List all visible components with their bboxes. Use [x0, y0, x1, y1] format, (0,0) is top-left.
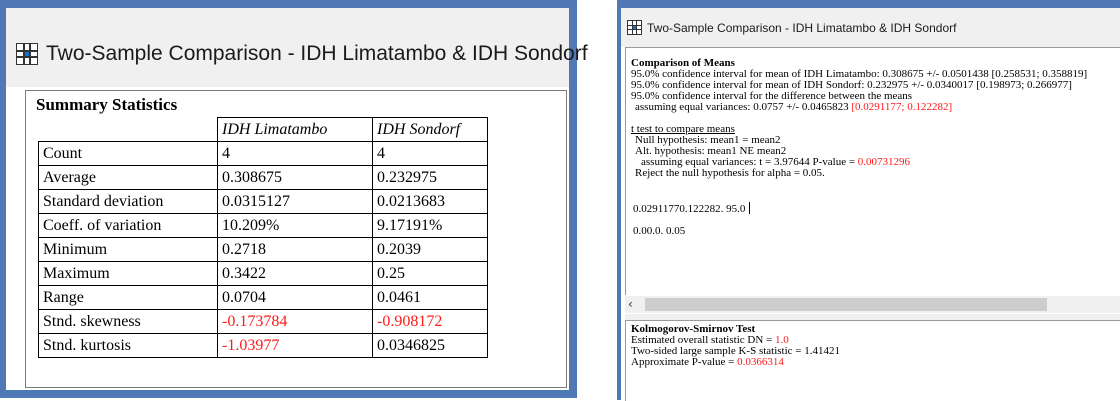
- row-label: Average: [38, 165, 218, 190]
- row-label: Maximum: [38, 261, 218, 286]
- ks-test-pane[interactable]: Kolmogorov-Smirnov Test Estimated overal…: [625, 320, 1120, 401]
- row-label: Range: [38, 285, 218, 310]
- right-window-title: Two-Sample Comparison - IDH Limatambo & …: [647, 20, 957, 35]
- ttest-pvalue: 0.00731296: [857, 156, 911, 168]
- table-row: Standard deviation 0.0315127 0.0213683: [38, 189, 488, 214]
- summary-statistics-table: IDH Limatambo IDH Sondorf Count 4 4 Average…: [38, 117, 488, 358]
- row-label: Stnd. skewness: [38, 309, 218, 334]
- sondorf-value: 4: [372, 141, 488, 166]
- ci-difference-text: assuming equal variances: 0.0757 +/- 0.0…: [635, 101, 852, 113]
- left-window-frame: Two-Sample Comparison - IDH Limatambo & …: [0, 0, 588, 398]
- table-row: Range 0.0704 0.0461: [38, 285, 488, 310]
- table-corner: [38, 117, 218, 142]
- ci-difference-equal-var: assuming equal variances: 0.0757 +/- 0.0…: [631, 102, 1087, 113]
- sondorf-value: 9.17191%: [372, 213, 488, 238]
- limatambo-value: -1.03977: [217, 333, 373, 358]
- column-header-limatambo: IDH Limatambo: [217, 117, 373, 142]
- table-row: Stnd. kurtosis -1.03977 0.0346825: [38, 333, 488, 358]
- limatambo-value: 4: [217, 141, 373, 166]
- limatambo-value: -0.173784: [217, 309, 373, 334]
- ci-difference-interval: [0.0291177; 0.122282]: [851, 101, 953, 113]
- horizontal-scrollbar[interactable]: ‹: [625, 296, 1120, 313]
- typed-line-2: 0.00.0. 0.05: [633, 225, 686, 237]
- column-header-sondorf: IDH Sondorf: [372, 117, 488, 142]
- table-row: Count 4 4: [38, 141, 488, 166]
- sondorf-value: 0.0346825: [372, 333, 488, 358]
- row-label: Standard deviation: [38, 189, 218, 214]
- limatambo-value: 0.308675: [217, 165, 373, 190]
- row-label: Stnd. kurtosis: [38, 333, 218, 358]
- table-row: Average 0.308675 0.232975: [38, 165, 488, 190]
- sondorf-value: 0.0461: [372, 285, 488, 310]
- left-window-title: Two-Sample Comparison - IDH Limatambo & …: [46, 42, 588, 65]
- limatambo-value: 0.3422: [217, 261, 373, 286]
- sondorf-value: 0.25: [372, 261, 488, 286]
- scrollbar-thumb[interactable]: [645, 298, 1047, 311]
- table-row: Coeff. of variation 10.209% 9.17191%: [38, 213, 488, 238]
- scroll-left-arrow-icon[interactable]: ‹: [628, 297, 633, 311]
- sondorf-value: 0.0213683: [372, 189, 488, 214]
- limatambo-value: 0.0704: [217, 285, 373, 310]
- summary-statistics-pane: Summary Statistics IDH Limatambo IDH Son…: [25, 90, 567, 388]
- reject-null-text: Reject the null hypothesis for alpha = 0…: [635, 167, 825, 179]
- table-row: Maximum 0.3422 0.25: [38, 261, 488, 286]
- limatambo-value: 0.0315127: [217, 189, 373, 214]
- table-row: Stnd. skewness -0.173784 -0.908172: [38, 309, 488, 334]
- row-label: Count: [38, 141, 218, 166]
- statgraphics-window-icon: [627, 20, 642, 35]
- typed-line-1[interactable]: 0.02911770.122282. 95.0: [631, 201, 1087, 215]
- right-window-frame: Two-Sample Comparison - IDH Limatambo & …: [617, 0, 1120, 401]
- ks-pvalue-text: Approximate P-value =: [631, 356, 738, 368]
- sondorf-value: 0.2039: [372, 237, 488, 262]
- right-window: Two-Sample Comparison - IDH Limatambo & …: [621, 8, 1120, 401]
- sondorf-value: 0.232975: [372, 165, 488, 190]
- comparison-output-pane[interactable]: Comparison of Means 95.0% confidence int…: [625, 47, 1120, 295]
- left-window: Two-Sample Comparison - IDH Limatambo & …: [6, 8, 588, 390]
- ks-pvalue-value: 0.0366314: [737, 356, 784, 368]
- typed-line-1-text: 0.02911770.122282. 95.0: [633, 203, 746, 215]
- left-window-titlebar[interactable]: Two-Sample Comparison - IDH Limatambo & …: [6, 8, 588, 87]
- table-row: Minimum 0.2718 0.2039: [38, 237, 488, 262]
- limatambo-value: 0.2718: [217, 237, 373, 262]
- summary-statistics-heading: Summary Statistics: [36, 95, 178, 114]
- row-label: Minimum: [38, 237, 218, 262]
- right-window-titlebar[interactable]: Two-Sample Comparison - IDH Limatambo & …: [621, 8, 1120, 47]
- ks-pvalue: Approximate P-value = 0.0366314: [631, 357, 840, 368]
- row-label: Coeff. of variation: [38, 213, 218, 238]
- statgraphics-window-icon: [16, 43, 38, 65]
- text-cursor: [749, 202, 751, 214]
- sondorf-value: -0.908172: [372, 309, 488, 334]
- limatambo-value: 10.209%: [217, 213, 373, 238]
